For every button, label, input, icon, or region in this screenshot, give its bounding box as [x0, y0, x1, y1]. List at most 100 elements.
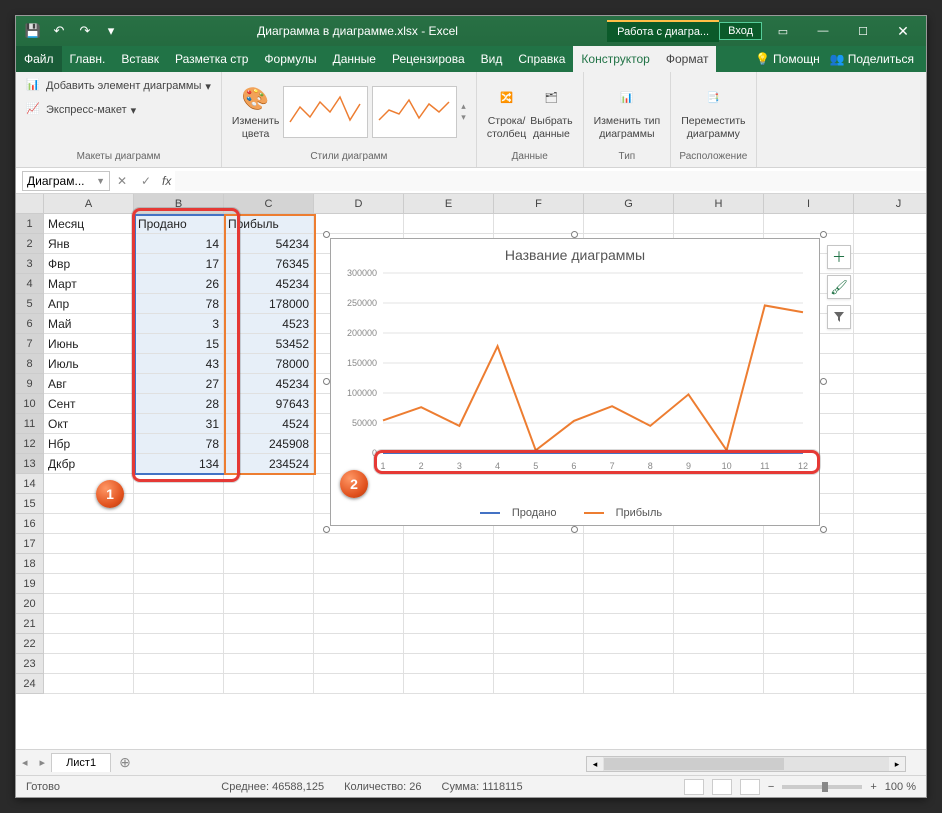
- view-break-button[interactable]: [740, 779, 760, 795]
- cell-J4[interactable]: [854, 274, 926, 294]
- cell-C17[interactable]: [224, 534, 314, 554]
- cell-A24[interactable]: [44, 674, 134, 694]
- row-header-13[interactable]: 13: [16, 454, 44, 474]
- cell-C14[interactable]: [224, 474, 314, 494]
- row-header-20[interactable]: 20: [16, 594, 44, 614]
- cell-D17[interactable]: [314, 534, 404, 554]
- cell-A8[interactable]: Июль: [44, 354, 134, 374]
- cell-B15[interactable]: [134, 494, 224, 514]
- cell-J16[interactable]: [854, 514, 926, 534]
- cell-E1[interactable]: [404, 214, 494, 234]
- cell-A16[interactable]: [44, 514, 134, 534]
- cell-G22[interactable]: [584, 634, 674, 654]
- tab-insert[interactable]: Вставк: [113, 46, 167, 72]
- cell-F23[interactable]: [494, 654, 584, 674]
- chart-legend[interactable]: Продано Прибыль: [331, 507, 819, 519]
- cell-I18[interactable]: [764, 554, 854, 574]
- row-header-23[interactable]: 23: [16, 654, 44, 674]
- chart-style-2[interactable]: [372, 86, 457, 138]
- cell-B7[interactable]: 15: [134, 334, 224, 354]
- tab-chart-design[interactable]: Конструктор: [573, 46, 657, 72]
- cell-B21[interactable]: [134, 614, 224, 634]
- cell-I17[interactable]: [764, 534, 854, 554]
- column-header-B[interactable]: B: [134, 194, 224, 214]
- row-header-8[interactable]: 8: [16, 354, 44, 374]
- row-header-7[interactable]: 7: [16, 334, 44, 354]
- cell-J15[interactable]: [854, 494, 926, 514]
- cell-A15[interactable]: [44, 494, 134, 514]
- cell-E22[interactable]: [404, 634, 494, 654]
- minimize-button[interactable]: —: [804, 16, 842, 46]
- cell-B9[interactable]: 27: [134, 374, 224, 394]
- cell-J24[interactable]: [854, 674, 926, 694]
- new-sheet-button[interactable]: ⊕: [111, 754, 139, 771]
- cell-C18[interactable]: [224, 554, 314, 574]
- cell-B22[interactable]: [134, 634, 224, 654]
- cell-B3[interactable]: 17: [134, 254, 224, 274]
- cell-B24[interactable]: [134, 674, 224, 694]
- cell-F24[interactable]: [494, 674, 584, 694]
- cell-B2[interactable]: 14: [134, 234, 224, 254]
- cancel-icon[interactable]: ✕: [110, 174, 134, 188]
- cell-C1[interactable]: Прибыль: [224, 214, 314, 234]
- cell-D1[interactable]: [314, 214, 404, 234]
- cell-J6[interactable]: [854, 314, 926, 334]
- move-chart-button[interactable]: 📑Переместить диаграмму: [681, 83, 745, 139]
- sheet-nav-prev[interactable]: ◂: [16, 756, 34, 769]
- column-header-F[interactable]: F: [494, 194, 584, 214]
- cell-A21[interactable]: [44, 614, 134, 634]
- cell-D20[interactable]: [314, 594, 404, 614]
- cell-H20[interactable]: [674, 594, 764, 614]
- cell-B5[interactable]: 78: [134, 294, 224, 314]
- cell-A9[interactable]: Авг: [44, 374, 134, 394]
- column-header-C[interactable]: C: [224, 194, 314, 214]
- cell-J17[interactable]: [854, 534, 926, 554]
- cell-J22[interactable]: [854, 634, 926, 654]
- chart-object[interactable]: Название диаграммы 050000100000150000200…: [330, 238, 820, 526]
- cell-J9[interactable]: [854, 374, 926, 394]
- row-header-5[interactable]: 5: [16, 294, 44, 314]
- cell-G20[interactable]: [584, 594, 674, 614]
- cell-I19[interactable]: [764, 574, 854, 594]
- cell-A18[interactable]: [44, 554, 134, 574]
- cell-G18[interactable]: [584, 554, 674, 574]
- cell-B20[interactable]: [134, 594, 224, 614]
- cell-B19[interactable]: [134, 574, 224, 594]
- quick-layout-button[interactable]: 📈Экспресс-макет ▾: [26, 100, 136, 120]
- chart-plot-area[interactable]: 0500001000001500002000002500003000001234…: [383, 273, 803, 473]
- tab-file[interactable]: Файл: [16, 46, 62, 72]
- cell-E21[interactable]: [404, 614, 494, 634]
- cell-H24[interactable]: [674, 674, 764, 694]
- scroll-left-icon[interactable]: ◂: [587, 757, 603, 771]
- name-box[interactable]: Диаграм...▼: [22, 171, 110, 191]
- cell-C2[interactable]: 54234: [224, 234, 314, 254]
- cell-C10[interactable]: 97643: [224, 394, 314, 414]
- cell-A3[interactable]: Фвр: [44, 254, 134, 274]
- cell-E18[interactable]: [404, 554, 494, 574]
- cell-D22[interactable]: [314, 634, 404, 654]
- cell-C4[interactable]: 45234: [224, 274, 314, 294]
- cell-A20[interactable]: [44, 594, 134, 614]
- cell-C11[interactable]: 4524: [224, 414, 314, 434]
- cell-E19[interactable]: [404, 574, 494, 594]
- column-header-I[interactable]: I: [764, 194, 854, 214]
- row-header-14[interactable]: 14: [16, 474, 44, 494]
- cell-A19[interactable]: [44, 574, 134, 594]
- row-header-6[interactable]: 6: [16, 314, 44, 334]
- cell-C8[interactable]: 78000: [224, 354, 314, 374]
- cell-B1[interactable]: Продано: [134, 214, 224, 234]
- cell-G19[interactable]: [584, 574, 674, 594]
- row-header-1[interactable]: 1: [16, 214, 44, 234]
- scroll-thumb[interactable]: [604, 758, 784, 770]
- cell-C12[interactable]: 245908: [224, 434, 314, 454]
- cell-C20[interactable]: [224, 594, 314, 614]
- cell-I22[interactable]: [764, 634, 854, 654]
- row-header-12[interactable]: 12: [16, 434, 44, 454]
- worksheet-grid[interactable]: ABCDEFGHIJKL 123456789101112131415161718…: [16, 194, 926, 749]
- cell-A6[interactable]: Май: [44, 314, 134, 334]
- cell-I24[interactable]: [764, 674, 854, 694]
- cell-J11[interactable]: [854, 414, 926, 434]
- tab-chart-format[interactable]: Формат: [658, 46, 717, 72]
- cell-A17[interactable]: [44, 534, 134, 554]
- cell-F19[interactable]: [494, 574, 584, 594]
